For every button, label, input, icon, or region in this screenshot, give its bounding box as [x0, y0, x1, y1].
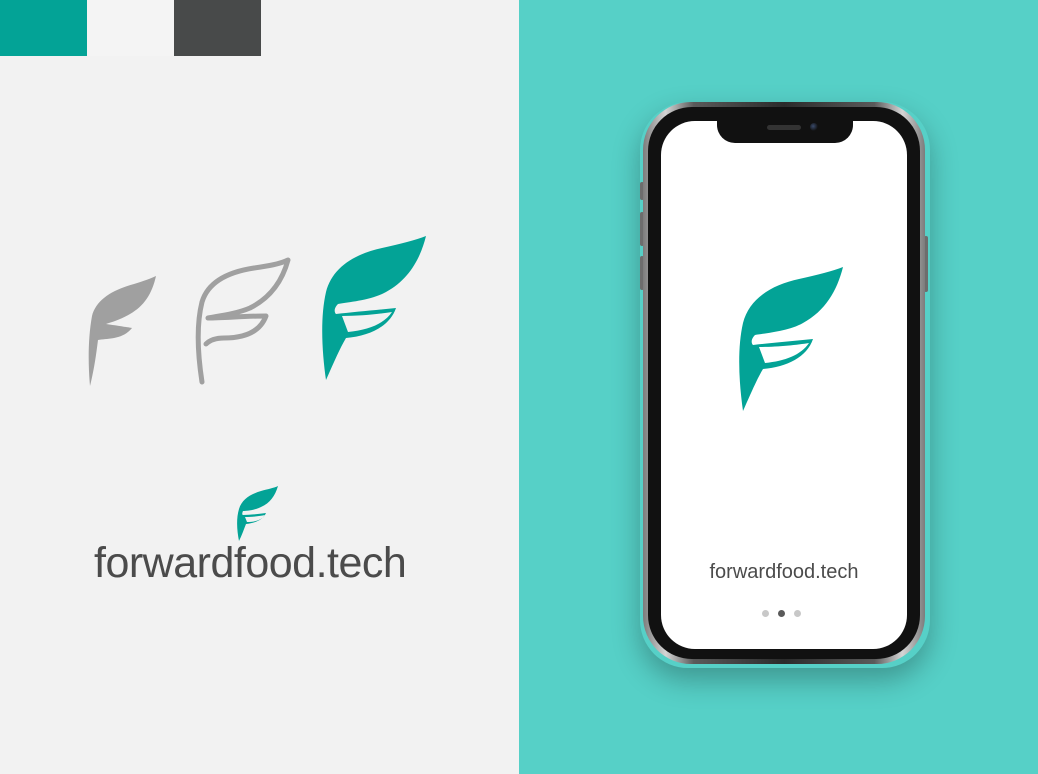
- phone-notch: [717, 119, 853, 143]
- page-indicator[interactable]: [762, 610, 806, 618]
- logo-teal-icon: [322, 236, 426, 380]
- logo-teal-shape: [322, 236, 426, 380]
- screen-logo-icon: [739, 267, 843, 411]
- color-swatch-dark-gray: [174, 0, 261, 56]
- phone-speaker-icon: [767, 125, 801, 130]
- page-dot-2-active[interactable]: [778, 610, 785, 617]
- logo-solid-shape: [88, 276, 156, 386]
- brand-mark-shape: [237, 486, 278, 541]
- color-swatch-teal: [0, 0, 87, 56]
- page-dot-1[interactable]: [762, 610, 769, 617]
- brand-mark-icon: [237, 486, 278, 541]
- page-dot-3[interactable]: [794, 610, 801, 617]
- color-swatch-light-gray: [87, 0, 174, 56]
- logo-outline-stroke: [195, 257, 291, 385]
- screen-logo-shape: [739, 267, 843, 411]
- brand-guide-panel: forwardfood.tech: [0, 0, 519, 774]
- screen-wordmark: forwardfood.tech: [709, 561, 859, 583]
- phone-camera-icon: [810, 123, 818, 131]
- logo-solid-gray-icon: [88, 276, 156, 386]
- brand-wordmark: forwardfood.tech: [94, 539, 407, 587]
- logo-outline-gray-icon: [195, 257, 291, 385]
